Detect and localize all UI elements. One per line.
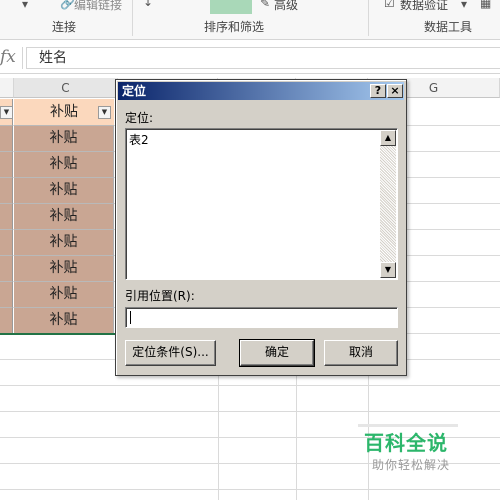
gridline (0, 385, 500, 386)
table-cell-b[interactable] (0, 230, 13, 256)
column-header-b[interactable] (0, 78, 14, 98)
table-cell[interactable]: 补贴 (14, 308, 114, 334)
scroll-up-icon[interactable]: ▲ (380, 130, 396, 146)
table-cell-b[interactable] (0, 126, 13, 152)
table-cell[interactable]: 补贴 (14, 204, 114, 230)
baike-watermark: 百科全说 助你轻松解决 (350, 420, 470, 480)
listbox-scrollbar[interactable]: ▲ ▼ (380, 130, 396, 278)
list-item[interactable]: 表2 (129, 131, 149, 148)
data-validation-button[interactable]: 数据验证 (400, 0, 448, 13)
table-cell[interactable]: 补贴 (14, 152, 114, 178)
table-cell-b[interactable] (0, 256, 13, 282)
edit-links-button[interactable]: 编辑链接 (74, 0, 122, 13)
formula-bar: fx 姓名 (0, 42, 500, 74)
selection-border (0, 333, 118, 335)
table-cell-b[interactable] (0, 178, 13, 204)
watermark-logo: 百科全说 (364, 431, 448, 455)
table-cell-b[interactable] (0, 308, 13, 334)
function-icon[interactable]: fx (0, 47, 16, 67)
goto-label: 定位: (125, 111, 154, 125)
chevron-down-icon[interactable]: ▾ (461, 0, 467, 11)
gridline (0, 411, 500, 412)
data-validation-icon: ☑ (384, 0, 395, 10)
advanced-button[interactable]: 高级 (274, 0, 298, 13)
consolidate-icon[interactable]: ▦ (480, 0, 491, 10)
reference-input[interactable] (125, 307, 398, 328)
formula-divider (22, 47, 23, 69)
text-caret (130, 311, 131, 324)
scroll-down-icon[interactable]: ▼ (380, 262, 396, 278)
table-cell[interactable]: 补贴 (14, 256, 114, 282)
table-cell-b[interactable] (0, 204, 13, 230)
filter-icon[interactable] (210, 0, 252, 14)
sort-icon[interactable]: ↕ (143, 0, 153, 9)
reference-label: 引用位置(R): (125, 289, 195, 303)
edit-links-icon: 🔗 (60, 0, 75, 10)
column-header-c[interactable]: C (14, 78, 118, 98)
special-button[interactable]: 定位条件(S)... (125, 340, 216, 366)
goto-listbox[interactable]: 表2 ▲ ▼ (125, 128, 398, 280)
advanced-filter-icon: ✎ (260, 0, 271, 10)
help-button[interactable]: ? (370, 84, 386, 98)
dialog-title: 定位 (122, 84, 147, 98)
dialog-title-bar[interactable]: 定位 ? × (118, 82, 404, 100)
ribbon-divider (132, 0, 133, 36)
ribbon: ▾ 🔗 编辑链接 连接 ↕ ✎ 高级 排序和筛选 ☑ 数据验证 ▾ ▦ 数据工具 (0, 0, 500, 40)
filter-dropdown-icon[interactable]: ▼ (98, 106, 111, 119)
group-label-data-tools: 数据工具 (424, 20, 473, 34)
chevron-down-icon[interactable]: ▾ (22, 0, 28, 11)
table-cell[interactable]: 补贴 (14, 282, 114, 308)
ribbon-divider (368, 0, 369, 36)
filter-dropdown-icon[interactable]: ▼ (0, 106, 13, 119)
ok-button[interactable]: 确定 (239, 339, 315, 367)
cancel-button[interactable]: 取消 (324, 340, 398, 366)
formula-input[interactable]: 姓名 (26, 47, 500, 69)
table-cell[interactable]: 补贴 (14, 178, 114, 204)
goto-dialog: 定位 ? × 定位: 表2 ▲ ▼ 引用位置(R): 定位条件(S)... 确定… (115, 79, 407, 376)
gridline (0, 489, 500, 490)
watermark-tagline: 助你轻松解决 (372, 458, 451, 472)
table-cell-b[interactable] (0, 152, 13, 178)
close-button[interactable]: × (387, 84, 403, 98)
table-cell-b[interactable] (0, 282, 13, 308)
group-label-sort-filter: 排序和筛选 (204, 20, 265, 34)
table-cell[interactable]: 补贴 (14, 230, 114, 256)
group-label-connections: 连接 (52, 20, 77, 34)
table-cell[interactable]: 补贴 (14, 126, 114, 152)
